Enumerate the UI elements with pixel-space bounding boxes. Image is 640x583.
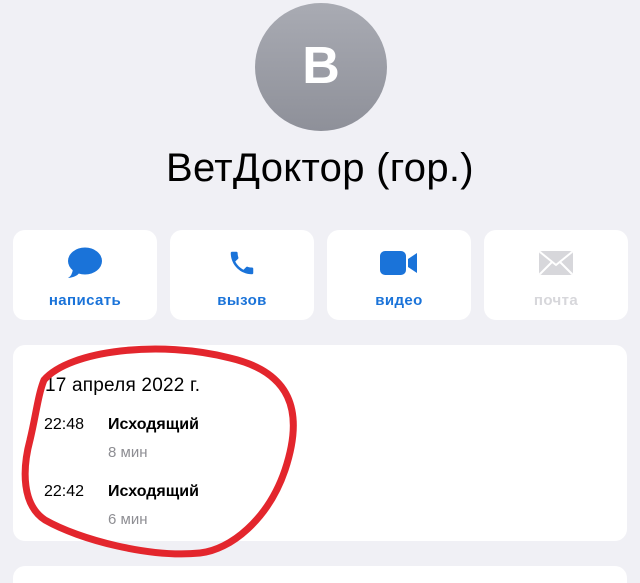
call-date: 17 апреля 2022 г. xyxy=(45,375,201,396)
call-time: 22:48 xyxy=(44,416,85,433)
phone-icon xyxy=(227,248,257,278)
contact-name: ВетДоктор (гор.) xyxy=(166,146,474,190)
call-button[interactable]: вызов xyxy=(170,230,314,320)
message-bubble-icon xyxy=(67,247,103,278)
call-type: Исходящий xyxy=(108,483,199,500)
mail-button[interactable]: почта xyxy=(484,230,628,320)
call-history-card: 17 апреля 2022 г. 22:48 Исходящий 8 мин … xyxy=(13,345,627,541)
video-button[interactable]: видео xyxy=(327,230,471,320)
call-time: 22:42 xyxy=(44,483,85,500)
message-label: написать xyxy=(48,292,122,309)
call-type: Исходящий xyxy=(108,416,199,433)
mail-label: почта xyxy=(533,292,579,309)
call-label: вызов xyxy=(217,292,267,309)
video-camera-icon xyxy=(379,248,419,278)
call-duration: 8 мин xyxy=(108,444,148,461)
avatar-initial: В xyxy=(302,37,340,95)
video-label: видео xyxy=(375,292,423,309)
next-section-card xyxy=(13,566,627,583)
contact-avatar: В xyxy=(255,3,387,131)
call-duration: 6 мин xyxy=(108,511,148,528)
quick-actions: написать вызов видео почта xyxy=(13,230,628,320)
envelope-icon xyxy=(538,248,574,278)
message-button[interactable]: написать xyxy=(13,230,157,320)
